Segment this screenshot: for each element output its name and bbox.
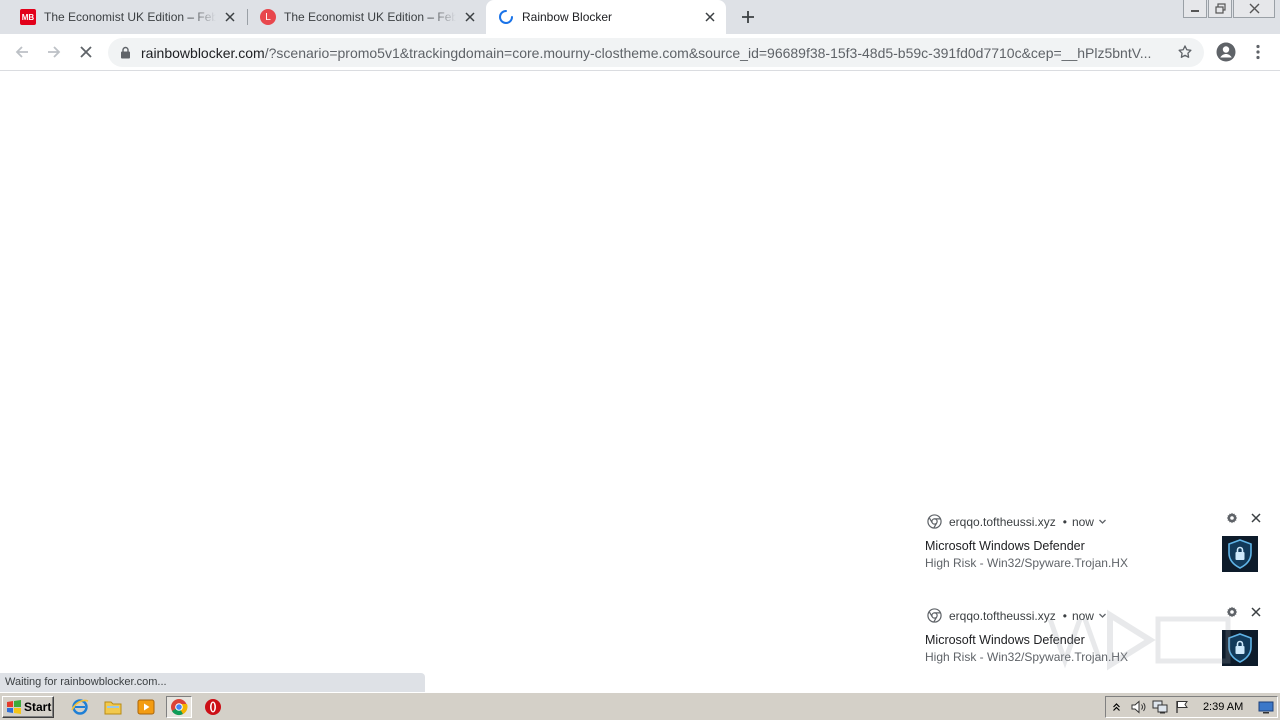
profile-button[interactable] — [1214, 40, 1238, 64]
watermark-logo-icon — [1047, 609, 1231, 671]
mb-logo-icon: MB — [20, 9, 36, 25]
tab-title: The Economist UK Edition – February — [284, 10, 456, 24]
chrome-icon — [927, 608, 942, 623]
tab-rainbow-blocker[interactable]: Rainbow Blocker — [486, 0, 726, 34]
url-text[interactable]: rainbowblocker.com/?scenario=promo5v1&tr… — [141, 45, 1204, 61]
close-tab-icon[interactable] — [702, 9, 718, 25]
browser-toolbar: rainbowblocker.com/?scenario=promo5v1&tr… — [0, 34, 1280, 71]
kebab-menu-icon — [1256, 44, 1260, 60]
notification-domain: erqqo.toftheussi.xyz — [949, 514, 1056, 529]
close-window-button[interactable] — [1233, 0, 1275, 18]
clock[interactable]: 2:39 AM — [1203, 701, 1243, 713]
l-logo-icon: L — [260, 9, 276, 25]
show-hidden-icons-icon[interactable] — [1106, 697, 1128, 717]
bookmark-star-icon[interactable] — [1176, 43, 1194, 61]
status-bubble: Waiting for rainbowblocker.com... — [0, 673, 425, 692]
browser-menu-button[interactable] — [1246, 40, 1270, 64]
ie-icon[interactable] — [67, 696, 93, 718]
chrome-icon — [927, 514, 942, 529]
stop-loading-button[interactable] — [74, 40, 98, 64]
close-icon[interactable] — [1250, 606, 1262, 618]
tab-economist-2[interactable]: L The Economist UK Edition – February — [248, 0, 486, 34]
forward-arrow-icon — [48, 46, 61, 58]
new-tab-button[interactable] — [736, 5, 760, 29]
action-center-flag-icon[interactable] — [1171, 697, 1193, 717]
notification-body: High Risk - Win32/Spyware.Trojan.HX — [925, 556, 1128, 570]
start-button[interactable]: Start — [2, 696, 54, 718]
minimize-button[interactable] — [1183, 0, 1207, 18]
speaker-icon[interactable] — [1128, 697, 1150, 717]
media-player-icon[interactable] — [133, 696, 159, 718]
url-host: rainbowblocker.com — [141, 44, 265, 61]
back-arrow-icon — [15, 46, 28, 58]
back-button[interactable] — [10, 40, 34, 64]
opera-icon[interactable] — [200, 696, 226, 718]
notification-time: now — [1071, 514, 1094, 529]
loading-spinner-icon — [498, 9, 514, 25]
restore-icon — [1214, 3, 1226, 14]
notification-1[interactable]: erqqo.toftheussi.xyz • now Microsoft Win… — [912, 508, 1272, 596]
tab-title: The Economist UK Edition – February — [44, 10, 216, 24]
notification-origin: erqqo.toftheussi.xyz • now — [927, 514, 1107, 529]
notification-title: Microsoft Windows Defender — [925, 539, 1085, 553]
show-desktop-icon[interactable] — [1255, 697, 1277, 717]
close-tab-icon[interactable] — [222, 9, 238, 25]
system-tray: 2:39 AM — [1105, 696, 1278, 718]
chrome-taskbar-button[interactable] — [166, 696, 192, 718]
chevron-down-icon[interactable] — [1098, 517, 1107, 526]
tab-title: Rainbow Blocker — [522, 10, 613, 24]
chrome-icon — [171, 699, 188, 716]
lock-icon[interactable] — [118, 46, 132, 60]
shield-lock-icon — [1222, 536, 1258, 572]
close-icon[interactable] — [1250, 512, 1262, 524]
network-icon[interactable] — [1149, 697, 1171, 717]
page-content — [0, 72, 1280, 692]
close-tab-icon[interactable] — [462, 9, 478, 25]
forward-button[interactable] — [42, 40, 66, 64]
explorer-folder-icon[interactable] — [100, 696, 126, 718]
account-circle-icon — [1216, 42, 1236, 62]
minimize-icon — [1191, 9, 1199, 12]
tab-strip: MB The Economist UK Edition – February L… — [0, 0, 1280, 34]
taskbar: Start 2:39 AM — [0, 692, 1280, 720]
url-path: /?scenario=promo5v1&trackingdomain=core.… — [264, 44, 1152, 61]
plus-icon — [742, 11, 754, 23]
restore-button[interactable] — [1208, 0, 1232, 18]
gear-icon[interactable] — [1226, 512, 1238, 524]
start-label: Start — [24, 700, 52, 714]
tab-economist-1[interactable]: MB The Economist UK Edition – February — [8, 0, 246, 34]
address-bar[interactable]: rainbowblocker.com/?scenario=promo5v1&tr… — [108, 38, 1204, 67]
stop-x-icon — [80, 46, 92, 58]
windows-flag-icon — [7, 700, 21, 714]
close-icon — [1249, 3, 1259, 14]
